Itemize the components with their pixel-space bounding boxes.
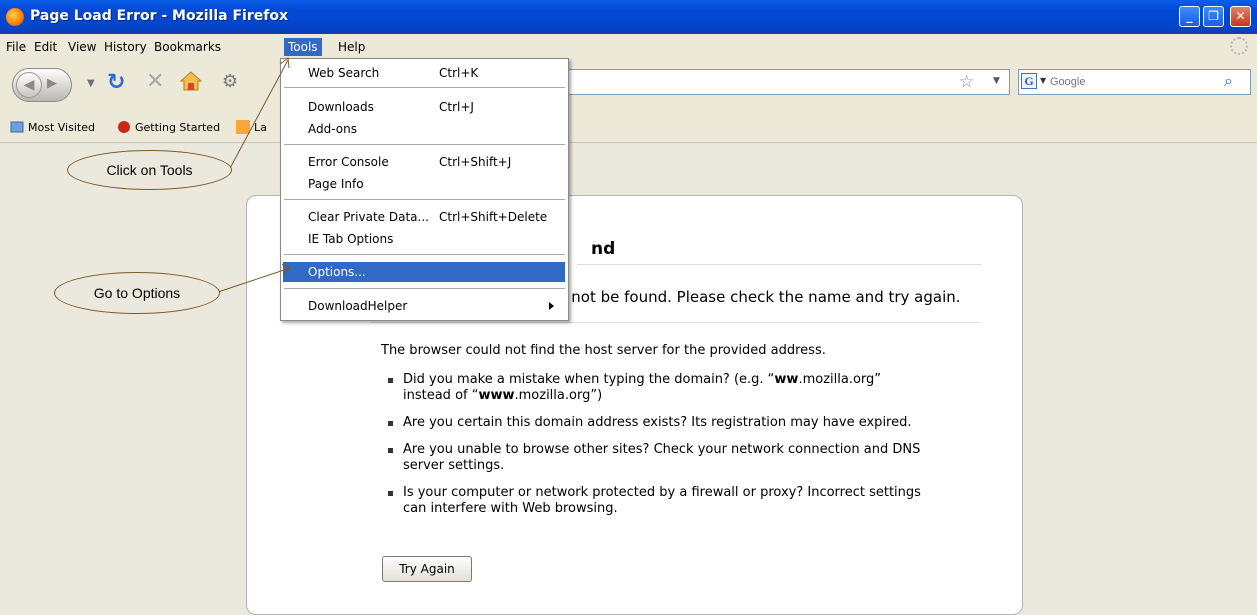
back-forward-buttons: ◀ ▶ [12,68,72,102]
bookmark-star-icon[interactable]: ☆ [959,72,974,92]
engine-dropdown-icon[interactable]: ▼ [1040,76,1046,85]
bookmark-label: Getting Started [135,121,221,134]
bookmark-latest-headlines[interactable]: La [236,120,267,134]
menu-view[interactable]: View [64,38,100,56]
list-item: Is your computer or network protected by… [381,485,923,517]
menu-file[interactable]: File [2,38,30,56]
divider [371,322,981,323]
menu-separator [284,254,565,255]
menu-tools[interactable]: Tools [284,38,322,56]
error-long-description: The browser could not find the host serv… [381,343,826,358]
extension-icon[interactable]: ⚙ [222,71,238,92]
bookmarks-toolbar: Most Visited Getting Started La [0,112,1257,143]
menu-separator [284,144,565,145]
folder-icon [10,121,24,133]
rss-icon [236,120,250,134]
search-bar[interactable]: G ▼ ⌕ [1018,69,1251,95]
restore-button[interactable]: ❐ [1203,6,1224,27]
menu-item-ie-tab-options[interactable]: IE Tab Options [283,229,565,249]
page-content: nd d not be found. Please check the name… [8,143,1257,615]
menu-separator [284,288,565,289]
back-button[interactable]: ◀ [16,72,42,98]
bookmark-most-visited[interactable]: Most Visited [10,120,95,134]
error-title: nd [591,239,616,259]
menu-item-options[interactable]: Options... [283,262,565,282]
throbber-icon [1230,37,1248,55]
bookmark-getting-started[interactable]: Getting Started [117,120,220,134]
menu-item-clear-private-data[interactable]: Clear Private Data... Ctrl+Shift+Delete [283,207,565,227]
menu-item-downloadhelper[interactable]: DownloadHelper [283,296,565,316]
firefox-bookmark-icon [118,121,130,133]
stop-icon[interactable]: ✕ [146,69,164,94]
forward-button[interactable]: ▶ [47,76,57,91]
close-button[interactable]: ✕ [1230,6,1251,27]
menu-edit[interactable]: Edit [30,38,61,56]
annotation-go-to-options: Go to Options [54,272,220,314]
home-icon[interactable] [180,71,202,91]
menu-separator [284,199,565,200]
error-short-description: d not be found. Please check the name an… [557,288,961,306]
menu-item-add-ons[interactable]: Add-ons [283,119,565,139]
error-suggestions-list: Did you make a mistake when typing the d… [381,372,941,528]
divider [577,264,981,265]
list-item: Did you make a mistake when typing the d… [381,372,941,404]
minimize-button[interactable]: _ [1179,6,1200,27]
search-input[interactable] [1050,73,1220,91]
url-bar[interactable]: ☆ ▼ [566,69,1010,95]
list-item: Are you certain this domain address exis… [381,415,941,431]
bookmark-label: Most Visited [28,121,95,134]
menu-help[interactable]: Help [334,38,369,56]
firefox-icon [6,8,24,26]
window-title: Page Load Error - Mozilla Firefox [30,8,288,24]
menu-item-web-search[interactable]: Web Search Ctrl+K [283,63,565,83]
google-engine-icon[interactable]: G [1021,73,1037,89]
annotation-click-tools: Click on Tools [67,150,232,190]
menu-item-error-console[interactable]: Error Console Ctrl+Shift+J [283,152,565,172]
bookmark-label: La [254,121,267,134]
menu-bar: File Edit View History Bookmarks Tools H… [0,34,1257,60]
menu-item-page-info[interactable]: Page Info [283,174,565,194]
menu-history[interactable]: History [100,38,151,56]
tools-menu: Web Search Ctrl+K Downloads Ctrl+J Add-ons… [280,58,569,321]
list-item: Are you unable to browse other sites? Ch… [381,442,923,474]
menu-item-downloads[interactable]: Downloads Ctrl+J [283,97,565,117]
navigation-toolbar: ◀ ▶ ▼ ↻ ✕ ⚙ ☆ ▼ G ▼ ⌕ [0,60,1257,112]
history-dropdown-icon[interactable]: ▼ [87,78,95,89]
try-again-button[interactable]: Try Again [382,556,472,582]
search-icon[interactable]: ⌕ [1224,71,1233,91]
reload-icon[interactable]: ↻ [107,70,125,95]
url-dropdown-icon[interactable]: ▼ [993,76,1000,86]
title-bar: Page Load Error - Mozilla Firefox _ ❐ ✕ [0,0,1257,34]
submenu-arrow-icon [549,302,554,310]
menu-separator [284,87,565,88]
menu-bookmarks[interactable]: Bookmarks [150,38,225,56]
